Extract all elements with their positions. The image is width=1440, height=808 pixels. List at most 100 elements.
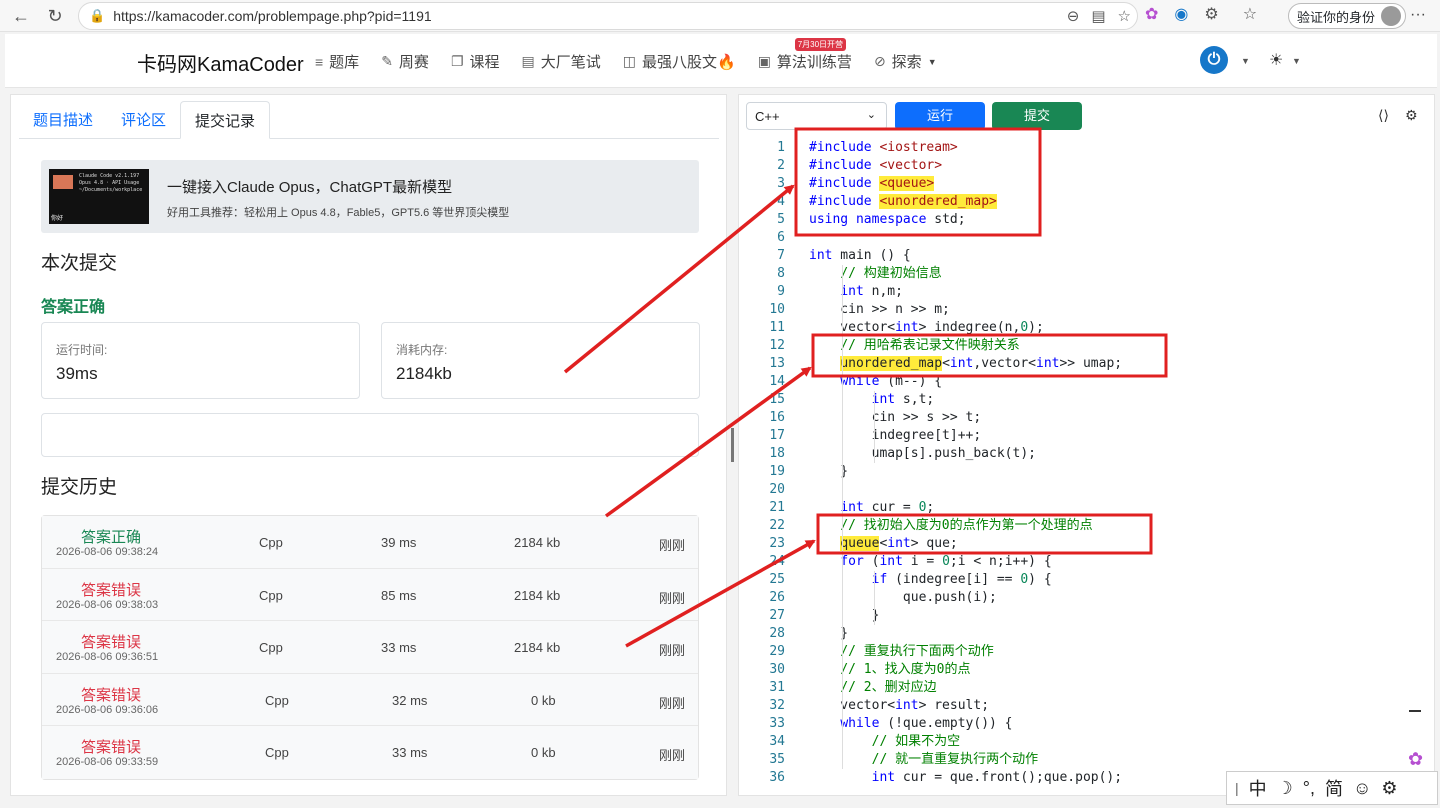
table-row[interactable]: 答案正确 2026-08-06 09:38:24 Cpp 39 ms 2184 kb 刚刚	[42, 516, 698, 569]
nav-item[interactable]: ▤ 大厂笔试	[522, 51, 601, 72]
power-user-icon[interactable]: ⏻	[1200, 46, 1228, 74]
code-line[interactable]: 20	[747, 481, 1427, 499]
code-line[interactable]: 4 #include <unordered_map>	[747, 193, 1427, 211]
code-line[interactable]: 7 int main () {	[747, 247, 1427, 265]
nav-item[interactable]: ❐ 课程	[451, 51, 500, 72]
ime-simplified-icon[interactable]: 简	[1325, 775, 1343, 801]
favorite-star-icon[interactable]: ☆	[1118, 7, 1131, 25]
code-text: for (int i = 0;i < n;i++) {	[840, 554, 1052, 569]
line-number: 17	[769, 428, 785, 443]
reader-icon[interactable]: ▤	[1091, 7, 1105, 25]
chevron-down-icon: ⌄	[866, 109, 876, 121]
code-line[interactable]: 9 int n,m;	[747, 283, 1427, 301]
code-line[interactable]: 23 queue<int> que;	[747, 535, 1427, 553]
code-line[interactable]: 30 // 1、找入度为0的点	[747, 661, 1427, 679]
line-number: 29	[769, 644, 785, 659]
code-text: umap[s].push_back(t);	[809, 446, 1036, 461]
nav-item[interactable]: ≡ 题库	[315, 51, 359, 72]
settings-gear-icon[interactable]: ⚙	[1405, 107, 1418, 124]
submit-button[interactable]: 提交	[992, 102, 1082, 130]
panel-splitter[interactable]	[731, 428, 734, 462]
code-line[interactable]: 3 #include <queue>	[747, 175, 1427, 193]
extension-icon[interactable]: ◉	[1174, 4, 1188, 24]
ime-toolbar: | 中 ☽ °, 简 ☺ ⚙	[1226, 771, 1438, 805]
code-line[interactable]: 22 // 找初始入度为0的点作为第一个处理的点	[747, 517, 1427, 535]
ime-moon-icon[interactable]: ☽	[1277, 778, 1293, 799]
code-line[interactable]: 28 }	[747, 625, 1427, 643]
line-number: 32	[769, 698, 785, 713]
ad-banner[interactable]: Claude Code v2.1.197 Opus 4.8 · API Usag…	[41, 160, 699, 233]
code-line[interactable]: 27 }	[747, 607, 1427, 625]
code-line[interactable]: 33 while (!que.empty()) {	[747, 715, 1427, 733]
code-line[interactable]: 31 // 2、删对应边	[747, 679, 1427, 697]
code-line[interactable]: 14 while (m--) {	[747, 373, 1427, 391]
submission-memory: 2184 kb	[514, 587, 561, 603]
language-select[interactable]: C++ ⌄	[746, 102, 887, 130]
ime-settings-icon[interactable]: ⚙	[1381, 778, 1397, 799]
tab-description[interactable]: 题目描述	[19, 101, 107, 139]
code-line[interactable]: 2 #include <vector>	[747, 157, 1427, 175]
code-line[interactable]: 13 unordered_map<int,vector<int>> umap;	[747, 355, 1427, 373]
code-line[interactable]: 35 // 就一直重复执行两个动作	[747, 751, 1427, 769]
back-icon[interactable]: ←	[6, 1, 36, 31]
copilot-icon[interactable]: ✿	[1408, 749, 1423, 770]
code-line[interactable]: 32 vector<int> result;	[747, 697, 1427, 715]
code-line[interactable]: 5 using namespace std;	[747, 211, 1427, 229]
favorites-icon[interactable]: ☆	[1243, 4, 1257, 24]
ad-title[interactable]: 一键接入Claude Opus，ChatGPT最新模型	[167, 176, 452, 197]
table-row[interactable]: 答案错误 2026-08-06 09:36:06 Cpp 32 ms 0 kb 刚刚	[42, 673, 698, 727]
code-line[interactable]: 17 indegree[t]++;	[747, 427, 1427, 445]
table-row[interactable]: 答案错误 2026-08-06 09:33:59 Cpp 33 ms 0 kb 刚刚	[42, 726, 698, 779]
code-line[interactable]: 12 // 用哈希表记录文件映射关系	[747, 337, 1427, 355]
code-line[interactable]: 8 // 构建初始信息	[747, 265, 1427, 283]
code-line[interactable]: 19 }	[747, 463, 1427, 481]
code-line[interactable]: 18 umap[s].push_back(t);	[747, 445, 1427, 463]
line-number: 2	[777, 158, 785, 173]
theme-sun-icon[interactable]: ☀	[1269, 50, 1283, 70]
code-view-icon[interactable]: ⟨⟩	[1378, 107, 1389, 124]
code-line[interactable]: 16 cin >> s >> t;	[747, 409, 1427, 427]
scrollbar-thumb[interactable]	[1409, 710, 1421, 712]
code-text: int cur = 0;	[840, 500, 935, 515]
code-line[interactable]: 21 int cur = 0;	[747, 499, 1427, 517]
nav-item[interactable]: ⊘ 探索 ▼	[874, 51, 937, 72]
code-line[interactable]: 11 vector<int> indegree(n,0);	[747, 319, 1427, 337]
nav-item[interactable]: ▣ 算法训练营 7月30日开营	[758, 38, 852, 72]
line-number: 33	[769, 716, 785, 731]
code-text: if (indegree[i] == 0) {	[871, 572, 1052, 587]
ime-emoji-icon[interactable]: ☺	[1353, 778, 1371, 799]
code-line[interactable]: 34 // 如果不为空	[747, 733, 1427, 751]
run-button[interactable]: 运行	[895, 102, 985, 130]
code-line[interactable]: 10 cin >> n >> m;	[747, 301, 1427, 319]
profile-button[interactable]: 验证你的身份	[1288, 3, 1407, 29]
reload-icon[interactable]: ↻	[40, 1, 70, 31]
ime-punctuation-icon[interactable]: °,	[1303, 778, 1315, 799]
chevron-down-icon[interactable]: ▼	[1292, 56, 1301, 66]
table-row[interactable]: 答案错误 2026-08-06 09:38:03 Cpp 85 ms 2184 kb 刚刚	[42, 568, 698, 622]
tab-comments[interactable]: 评论区	[107, 101, 180, 139]
code-text: cin >> s >> t;	[809, 410, 982, 425]
code-line[interactable]: 24 for (int i = 0;i < n;i++) {	[747, 553, 1427, 571]
code-line[interactable]: 15 int s,t;	[747, 391, 1427, 409]
puzzle-icon[interactable]: ⚙	[1204, 4, 1218, 24]
code-line[interactable]: 26 que.push(i);	[747, 589, 1427, 607]
copilot-extension-icon[interactable]: ✿	[1145, 4, 1158, 24]
brand-logo[interactable]: 卡码网KamaCoder	[137, 48, 304, 77]
code-text: unordered_map<int,vector<int>> umap;	[840, 356, 1123, 371]
address-bar[interactable]: 🔒 https://kamacoder.com/problempage.php?…	[78, 2, 1138, 30]
ime-chinese-mode-icon[interactable]: 中	[1249, 775, 1267, 801]
more-menu-icon[interactable]: ···	[1410, 6, 1426, 24]
code-line[interactable]: 25 if (indegree[i] == 0) {	[747, 571, 1427, 589]
code-editor[interactable]: 1 #include <iostream> 2 #include <vector> 3 #…	[747, 139, 1427, 794]
tab-submissions[interactable]: 提交记录	[180, 101, 271, 139]
code-line[interactable]: 6	[747, 229, 1427, 247]
nav-item[interactable]: ✎ 周赛	[381, 51, 429, 72]
chevron-down-icon[interactable]: ▼	[1241, 56, 1250, 66]
ime-handle-icon[interactable]: |	[1235, 780, 1239, 796]
zoom-icon[interactable]: ⊖	[1067, 7, 1080, 25]
code-line[interactable]: 1 #include <iostream>	[747, 139, 1427, 157]
table-row[interactable]: 答案错误 2026-08-06 09:36:51 Cpp 33 ms 2184 kb 刚刚	[42, 621, 698, 674]
nav-item[interactable]: ◫ 最强八股文🔥	[623, 51, 736, 72]
code-text: // 找初始入度为0的点作为第一个处理的点	[840, 518, 1093, 533]
code-line[interactable]: 29 // 重复执行下面两个动作	[747, 643, 1427, 661]
